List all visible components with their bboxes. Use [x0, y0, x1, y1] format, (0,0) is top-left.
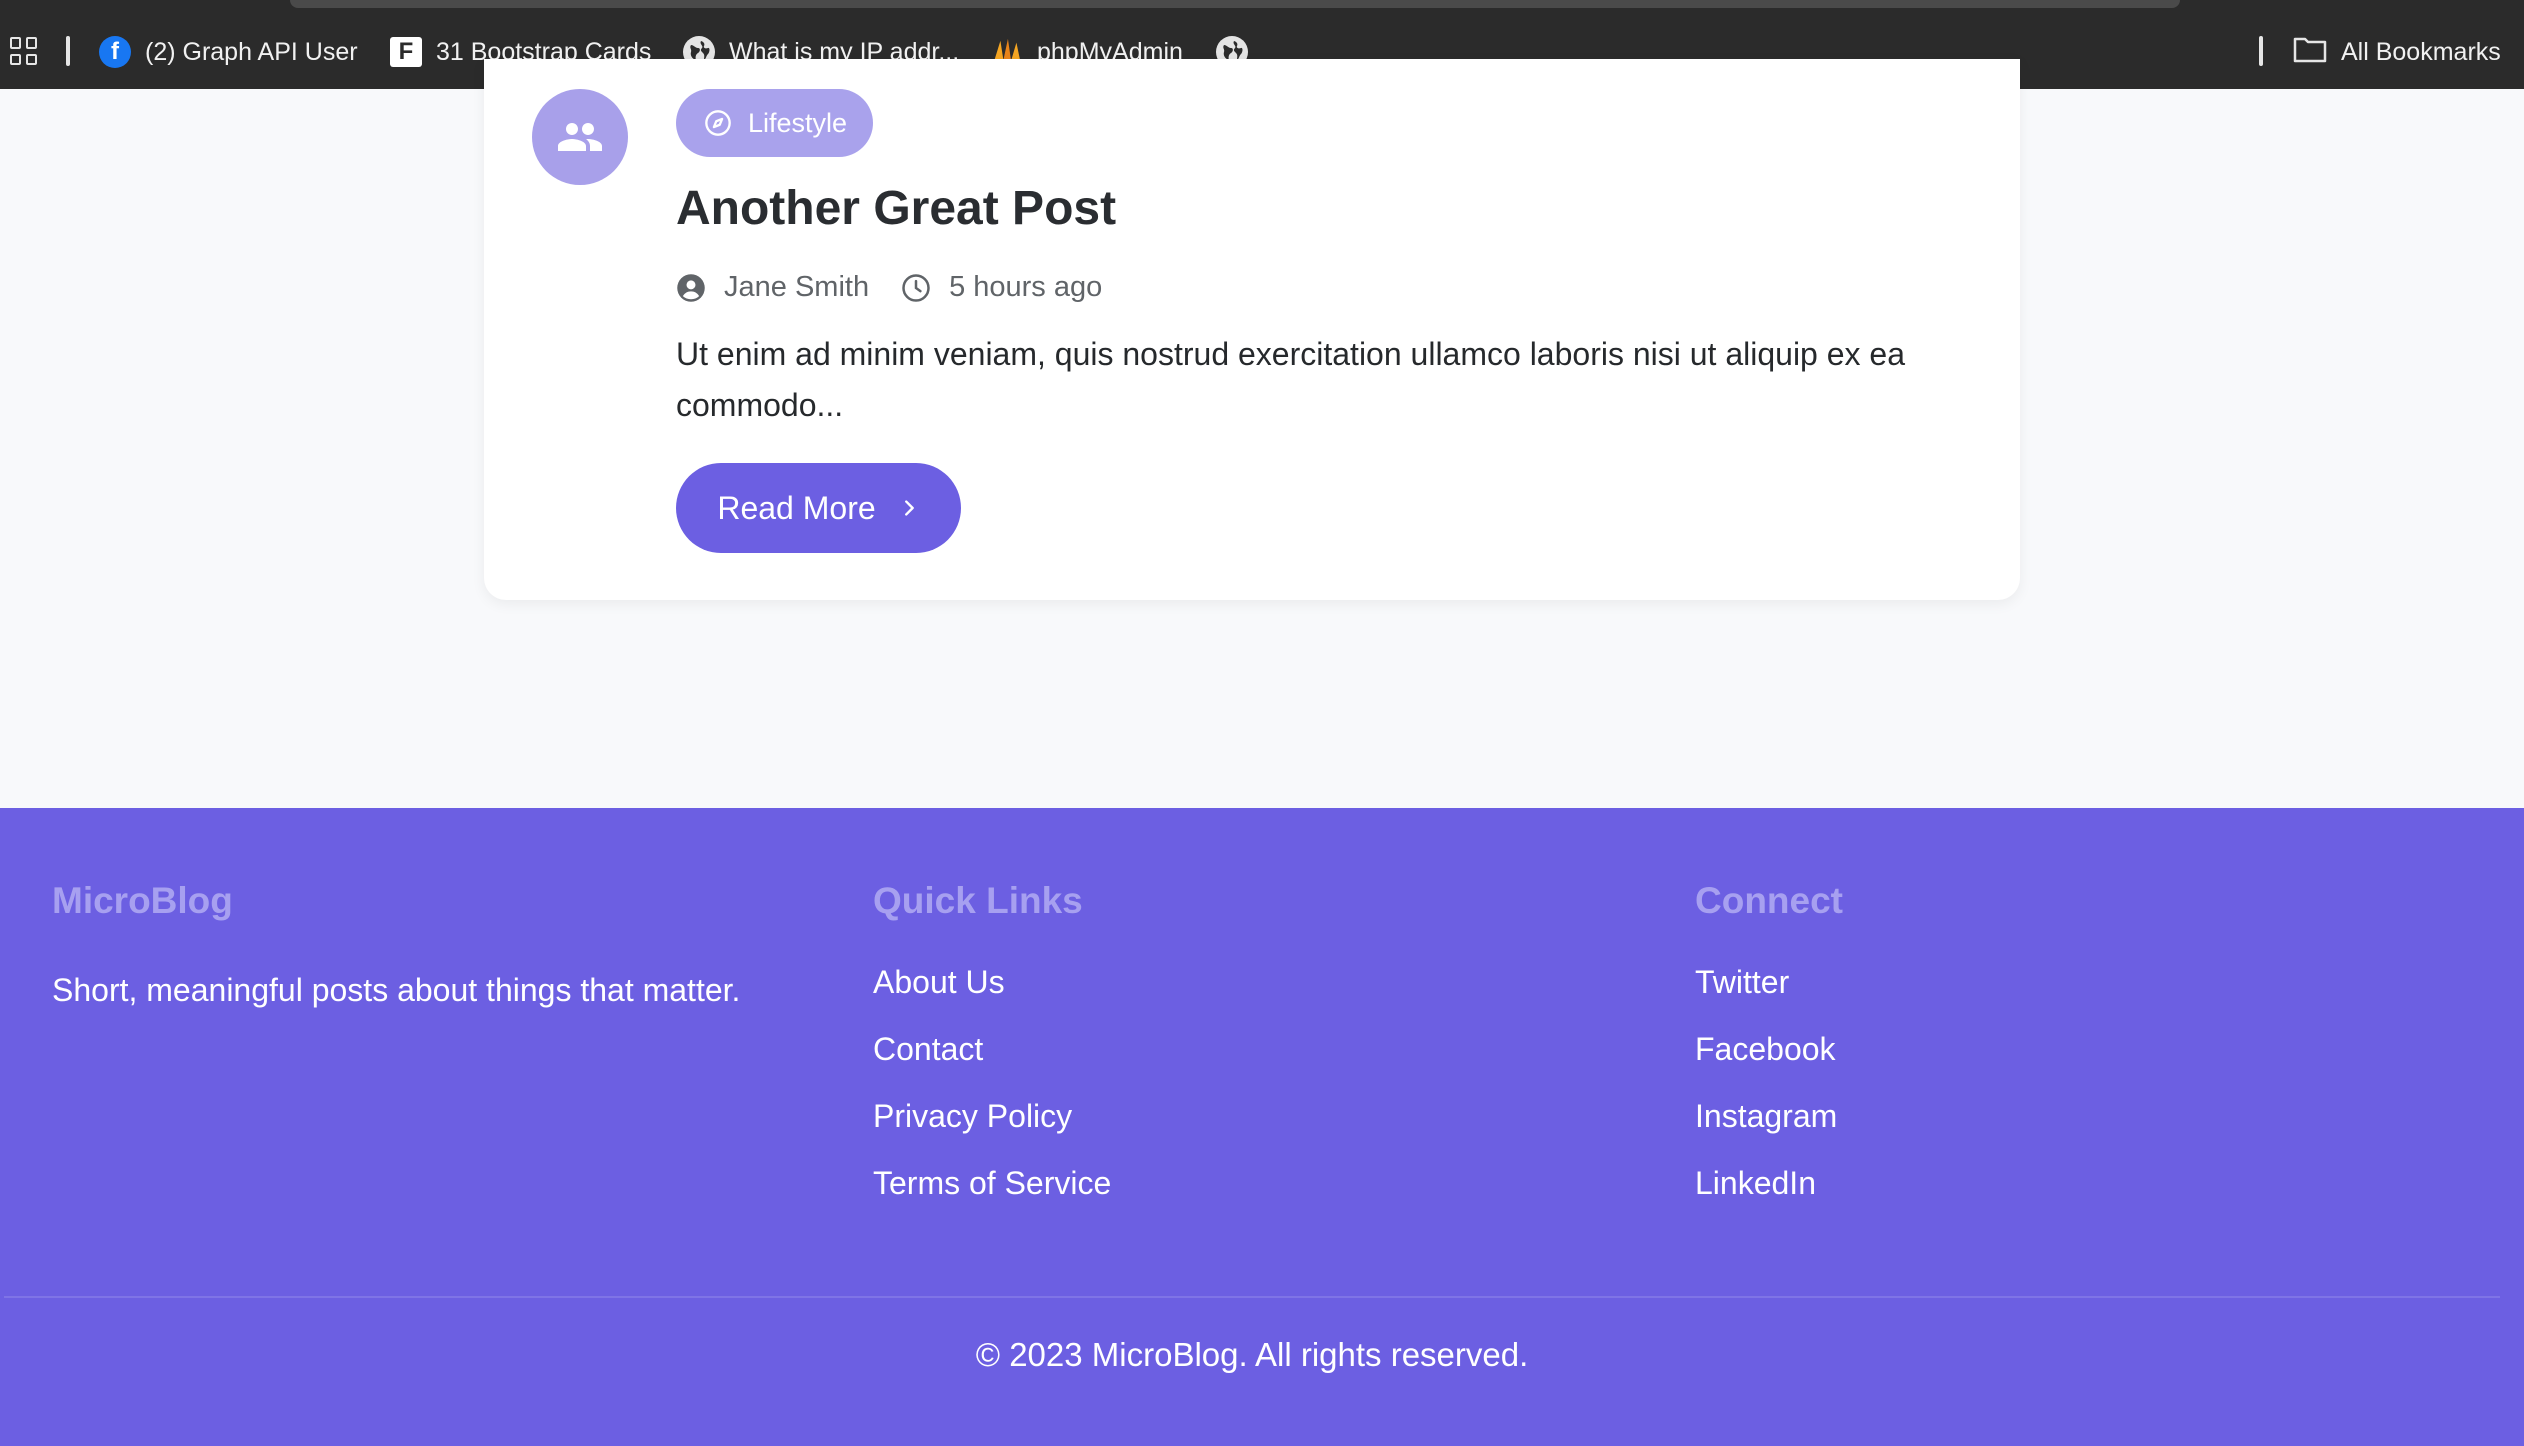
formstack-f-icon: F [390, 37, 422, 67]
footer-tagline: Short, meaningful posts about things tha… [52, 972, 741, 1008]
footer-link-contact[interactable]: Contact [873, 1031, 983, 1067]
post-title[interactable]: Another Great Post [676, 181, 1116, 236]
footer-link-terms-of-service[interactable]: Terms of Service [873, 1165, 1111, 1201]
read-more-button[interactable]: Read More [676, 463, 961, 553]
footer-copyright: © 2023 MicroBlog. All rights reserved. [975, 1336, 1529, 1373]
bookmarks-separator [2259, 36, 2263, 66]
users-icon [558, 123, 602, 151]
user-circle-icon [677, 273, 705, 302]
footer-link-instagram[interactable]: Instagram [1695, 1098, 1837, 1134]
footer-quick-links: Quick Links About Us Contact Privacy Pol… [873, 880, 1111, 1232]
post-meta: Jane Smith 5 hours ago [676, 271, 1134, 304]
footer-connect: Connect Twitter Facebook Instagram Linke… [1695, 880, 1843, 1232]
apps-grid-icon[interactable] [10, 37, 38, 65]
bookmark-label: (2) Graph API User [145, 37, 358, 66]
footer-link-facebook[interactable]: Facebook [1695, 1031, 1836, 1067]
footer-link-twitter[interactable]: Twitter [1695, 964, 1789, 1000]
footer-quick-links-title: Quick Links [873, 880, 1083, 921]
compass-icon [705, 110, 731, 136]
footer-link-linkedin[interactable]: LinkedIn [1695, 1165, 1816, 1201]
footer-link-about-us[interactable]: About Us [873, 964, 1005, 1000]
footer-connect-title: Connect [1695, 880, 1843, 921]
read-more-label: Read More [717, 489, 876, 526]
tab-strip-edge [290, 0, 2180, 8]
all-bookmarks-button[interactable]: All Bookmarks [2293, 32, 2501, 72]
footer-link-privacy-policy[interactable]: Privacy Policy [873, 1098, 1072, 1134]
bookmark-graph-api-user[interactable]: f (2) Graph API User [99, 32, 358, 72]
category-label: Lifestyle [748, 107, 848, 138]
post-excerpt: Ut enim ad minim veniam, quis nostrud ex… [676, 336, 1906, 423]
footer-divider [4, 1296, 2500, 1298]
facebook-icon: f [99, 36, 131, 68]
author-name: Jane Smith [724, 271, 870, 303]
all-bookmarks-label: All Bookmarks [2341, 37, 2501, 66]
footer-brand-title: MicroBlog [52, 880, 233, 921]
bookmarks-separator [66, 36, 70, 66]
post-author: Jane Smith [676, 271, 869, 304]
clock-icon [902, 273, 930, 302]
author-avatar [532, 89, 628, 185]
chevron-right-icon [904, 500, 914, 516]
category-badge[interactable]: Lifestyle [676, 89, 874, 157]
page-content: Lifestyle Another Great Post Jane Smith … [0, 59, 2524, 1446]
footer-brand: MicroBlog Short, meaningful posts about … [52, 880, 740, 1009]
post-time: 5 hours ago [901, 271, 1102, 304]
post-time-text: 5 hours ago [949, 271, 1103, 303]
folder-icon [2293, 35, 2327, 70]
site-footer: MicroBlog Short, meaningful posts about … [0, 808, 2524, 1446]
